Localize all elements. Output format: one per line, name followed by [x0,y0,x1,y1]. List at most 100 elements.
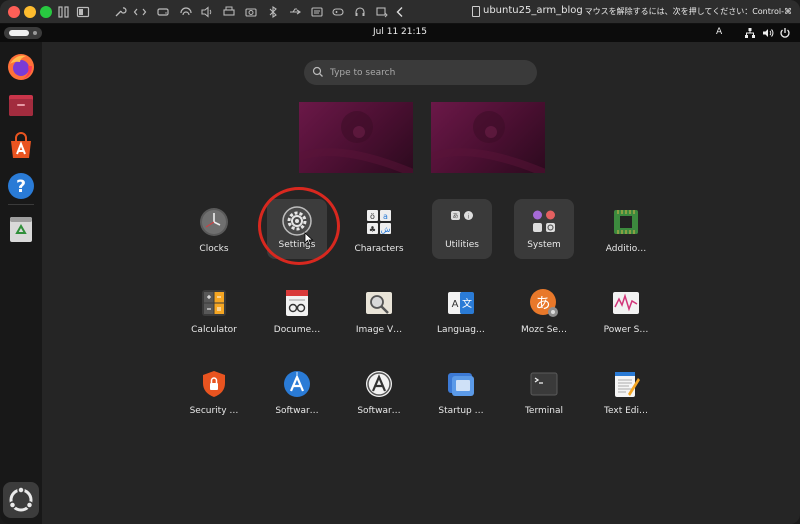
power-statistics-icon [610,287,642,319]
utilities-folder-icon: iあ [446,205,478,237]
app-software-updater[interactable]: Softwar… [256,362,338,426]
gamepad-icon[interactable] [331,5,345,19]
minimize-window-button[interactable] [24,6,36,18]
camera-icon[interactable] [244,5,258,19]
app-mozc-settings[interactable]: あ Mozc Se… [503,281,585,345]
app-label: Image V… [355,325,403,335]
app-label: Softwar… [275,406,319,416]
app-label: Terminal [524,406,564,416]
mozc-settings-icon: あ [528,287,560,319]
app-image-viewer[interactable]: Image V… [338,281,420,345]
app-software-properties[interactable]: Softwar… [338,362,420,426]
printer-icon[interactable] [222,5,236,19]
app-security-center[interactable]: Security … [173,362,255,426]
app-label: Utilities [445,240,479,250]
back-chevron-icon[interactable] [393,5,407,19]
wrench-icon[interactable] [113,5,127,19]
search-input[interactable] [330,60,530,85]
app-characters[interactable]: ö a ♣ ش Characters [338,200,420,264]
document-scanner-icon [281,287,313,319]
search-icon [312,66,323,77]
svg-text:あ: あ [452,213,458,220]
characters-icon: ö a ♣ ش [363,206,395,238]
app-clocks[interactable]: Clocks [173,200,255,264]
show-apps-icon [8,486,34,512]
volume-icon[interactable] [762,27,774,39]
app-language-support[interactable]: A文 Languag… [420,281,502,345]
app-label: Clocks [199,244,229,254]
app-label: Additio… [605,244,647,254]
security-center-icon [198,368,230,400]
vm-document-icon [472,6,480,17]
close-window-button[interactable] [8,6,20,18]
workspace-thumbnail-1[interactable] [299,102,413,173]
app-label: Languag… [437,325,485,335]
app-label: Mozc Se… [520,325,568,335]
vm-view-icon[interactable] [76,5,90,19]
workspace-thumbnail-2[interactable] [431,102,545,173]
hard-disk-icon[interactable] [156,5,170,19]
svg-text:a: a [383,212,388,221]
system-folder-icon [528,205,560,237]
help-icon[interactable]: ? [6,171,36,201]
clocks-icon [198,206,230,238]
app-label: Characters [354,244,404,254]
firefox-icon[interactable] [6,52,36,82]
svg-text:あ: あ [535,294,550,312]
dock-separator [8,204,34,205]
app-power-statistics[interactable]: Power S… [585,281,667,345]
vm-window: ubuntu25_arm_blog マウスを解除するには、次を押してください：C… [0,0,800,524]
svg-text:ö: ö [370,212,375,221]
zoom-window-button[interactable] [40,6,52,18]
trash-icon[interactable] [6,214,36,244]
snapshot-icon[interactable] [375,5,389,19]
annotation-highlight-circle [258,187,340,265]
app-label: System [527,240,561,250]
app-label: Docume… [273,325,321,335]
additional-drivers-icon [610,206,642,238]
app-center-icon[interactable] [6,131,36,161]
show-apps-button[interactable] [3,482,39,518]
app-label: Text Edi… [604,406,648,416]
app-label: Startup … [438,406,484,416]
code-icon[interactable] [133,5,147,19]
software-updater-icon [281,368,313,400]
files-icon[interactable] [6,90,36,120]
clock[interactable]: Jul 11 21:15 [0,27,800,37]
sound-icon[interactable] [200,5,214,19]
app-label: Calculator [191,325,237,335]
svg-text:A: A [452,299,459,310]
vm-window-title: ubuntu25_arm_blog [483,5,583,16]
folder-utilities[interactable]: iあ Utilities [432,199,492,259]
headphones-icon[interactable] [353,5,367,19]
text-editor-icon [610,368,642,400]
network-icon[interactable] [179,5,193,19]
app-document-scanner[interactable]: Docume… [256,281,338,345]
software-properties-icon [363,368,395,400]
sidebar-toggle-icon[interactable] [57,5,71,19]
search-bar[interactable] [304,60,537,85]
svg-text:♣: ♣ [369,225,376,234]
mouse-release-hint: マウスを解除するには、次を押してください：Control-⌘ [584,7,792,16]
app-text-editor[interactable]: Text Edi… [585,362,667,426]
input-method-indicator[interactable]: A [716,27,722,37]
app-additional-drivers[interactable]: Additio… [585,200,667,264]
folder-system[interactable]: System [514,199,574,259]
app-startup-disk[interactable]: Startup … [420,362,502,426]
app-label: Softwar… [357,406,401,416]
vm-titlebar: ubuntu25_arm_blog マウスを解除するには、次を押してください：C… [0,0,800,24]
image-viewer-icon [363,287,395,319]
bluetooth-icon[interactable] [266,5,280,19]
app-label: Security … [189,406,239,416]
network-status-icon[interactable] [744,27,756,39]
gnome-top-bar: Jul 11 21:15 A [0,24,800,42]
app-terminal[interactable]: Terminal [503,362,585,426]
app-calculator[interactable]: Calculator [173,281,255,345]
language-support-icon: A文 [445,287,477,319]
calculator-icon [198,287,230,319]
usb-icon[interactable] [288,5,302,19]
shared-folder-icon[interactable] [310,5,324,19]
app-grid-overview: Clocks Settings öa♣ش Characters iあ Utili… [42,42,800,524]
power-icon[interactable] [779,27,791,39]
svg-text:ش: ش [381,225,391,234]
